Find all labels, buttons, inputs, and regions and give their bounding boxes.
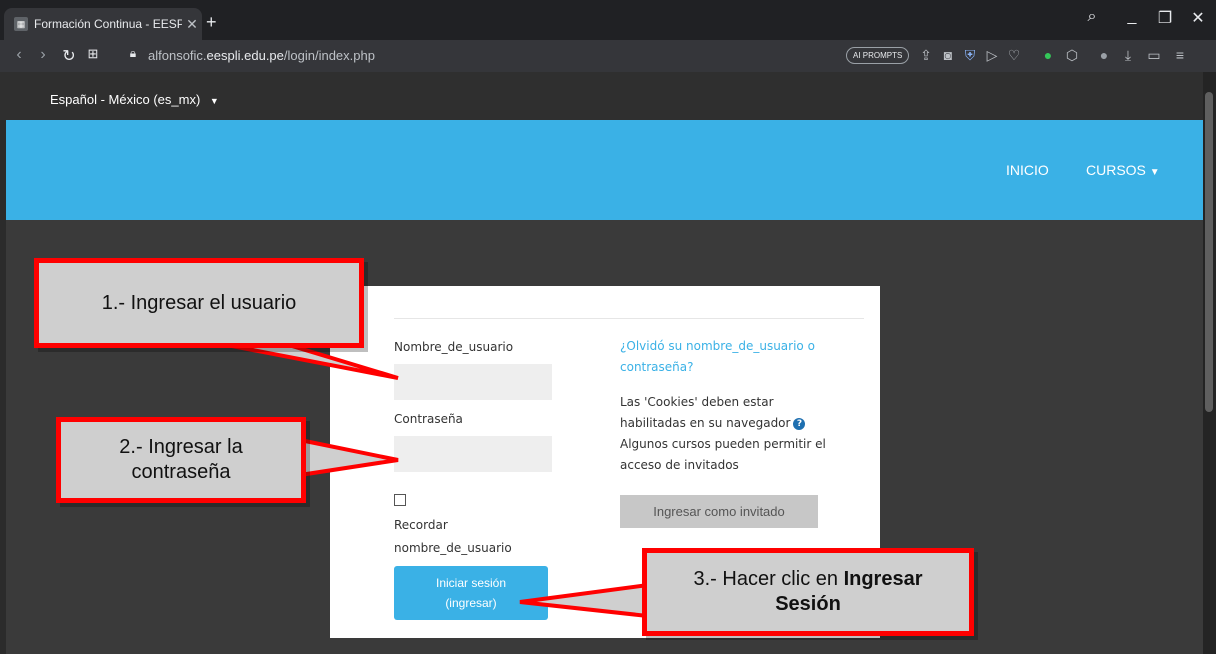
chevron-down-icon: ▼ <box>1149 167 1160 178</box>
profile-avatar-icon[interactable]: ● <box>1096 47 1112 63</box>
cube-icon[interactable]: ⬡ <box>1064 47 1080 63</box>
close-window-icon[interactable]: ✕ <box>1183 8 1213 28</box>
new-tab-icon[interactable]: + <box>206 12 217 33</box>
username-label: Nombre_de_usuario <box>394 340 514 354</box>
language-selector[interactable]: Español - México (es_mx) ▼ <box>50 92 219 107</box>
forgot-password-link[interactable]: ¿Olvidó su nombre_de_usuario o contraseñ… <box>620 336 830 378</box>
login-button[interactable]: Iniciar sesión (ingresar) <box>394 566 548 620</box>
divider <box>394 318 864 319</box>
callout-3-line2: Sesión <box>775 593 841 615</box>
remember-checkbox[interactable] <box>394 494 406 506</box>
shield-icon[interactable]: ⛨ <box>962 47 978 63</box>
help-icon[interactable]: ? <box>793 417 806 430</box>
guest-login-button[interactable]: Ingresar como invitado <box>620 495 818 528</box>
password-label: Contraseña <box>394 412 463 426</box>
heart-icon[interactable]: ♡ <box>1006 47 1022 63</box>
remember-label-2: nombre_de_usuario <box>394 541 512 555</box>
browser-tab[interactable]: ▦ Formación Continua - EESP ✕ <box>4 8 202 40</box>
callout-2-line1: 2.- Ingresar la <box>119 436 243 458</box>
callout-step-1: 1.- Ingresar el usuario <box>34 258 364 348</box>
language-selected: Español - México (es_mx) <box>50 92 201 107</box>
caret-down-icon: ▼ <box>209 96 219 106</box>
scrollbar-thumb[interactable] <box>1205 92 1213 412</box>
close-tab-icon[interactable]: ✕ <box>182 16 202 33</box>
send-icon[interactable]: ▷ <box>984 47 1000 63</box>
url-domain: eespli.edu.pe <box>206 48 284 63</box>
check-extension-icon[interactable]: ● <box>1040 47 1056 63</box>
maximize-icon[interactable]: ❐ <box>1150 8 1180 28</box>
minimize-icon[interactable]: _ <box>1117 8 1147 26</box>
favicon-icon: ▦ <box>14 17 28 31</box>
login-button-line2: (ingresar) <box>445 596 497 610</box>
battery-icon[interactable]: ▭ <box>1146 47 1162 63</box>
download-icon[interactable]: ⤓ <box>1120 47 1136 63</box>
forward-icon[interactable]: › <box>32 46 54 64</box>
share-icon[interactable]: ⇪ <box>918 47 934 63</box>
reload-icon[interactable]: ↻ <box>58 46 80 66</box>
search-tabs-icon[interactable]: ⌕ <box>1077 8 1107 26</box>
nav-cursos[interactable]: CURSOS ▼ <box>1086 162 1160 178</box>
menu-icon[interactable]: ≡ <box>1172 47 1188 63</box>
username-input[interactable] <box>394 364 552 400</box>
callout-2-line2: contraseña <box>131 461 231 483</box>
callout-step-3: 3.- Hacer clic en Ingresar Sesión <box>642 548 974 636</box>
nav-inicio[interactable]: INICIO <box>1006 162 1049 178</box>
login-button-line1: Iniciar sesión <box>435 576 507 590</box>
url-prefix: alfonsofic. <box>148 48 207 63</box>
tab-title: Formación Continua - EESP <box>34 17 182 31</box>
remember-label-1: Recordar <box>394 518 448 532</box>
callout-3-bold: Ingresar <box>843 568 923 590</box>
url-path: /login/index.php <box>283 48 375 63</box>
forgot-link-line2: contraseña? <box>620 360 694 374</box>
guests-line1: Algunos cursos pueden permitir el <box>620 437 826 451</box>
nav-cursos-label: CURSOS <box>1086 162 1146 178</box>
cookies-line1: Las 'Cookies' deben estar <box>620 395 774 409</box>
url-field[interactable]: alfonsofic.eespli.edu.pe/login/index.php <box>148 48 375 63</box>
camera-icon[interactable]: ◙ <box>940 47 956 63</box>
cookies-notice: Las 'Cookies' deben estar habilitadas en… <box>620 392 830 476</box>
password-input[interactable] <box>394 436 552 472</box>
cookies-line2: habilitadas en su navegador <box>620 416 791 430</box>
ai-prompts-badge[interactable]: AI PROMPTS <box>846 47 910 64</box>
back-icon[interactable]: ‹ <box>8 46 30 64</box>
tabs-grid-icon[interactable]: ⊞ <box>82 46 104 62</box>
callout-step-2: 2.- Ingresar la contraseña <box>56 417 306 503</box>
lock-icon[interactable]: 🔒︎ <box>122 46 144 61</box>
callout-3-text: 3.- Hacer clic en <box>693 568 844 590</box>
forgot-link-line1: ¿Olvidó su nombre_de_usuario o <box>620 339 815 353</box>
guests-line2: acceso de invitados <box>620 458 739 472</box>
